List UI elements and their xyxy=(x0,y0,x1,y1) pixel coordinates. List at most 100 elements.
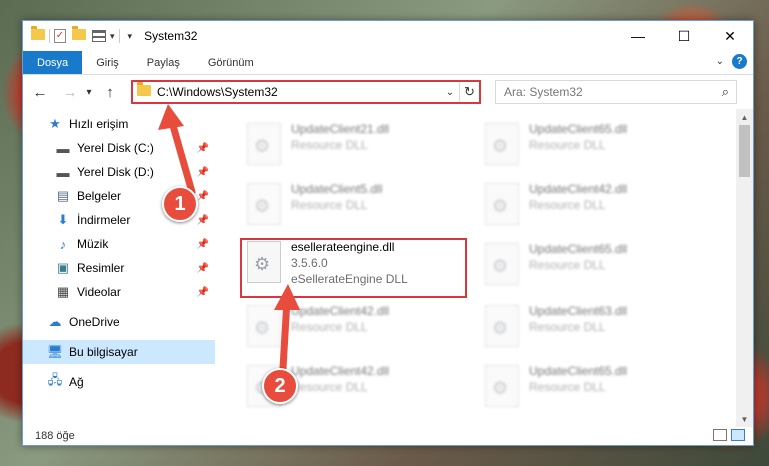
pin-icon[interactable]: 📌 xyxy=(197,143,209,154)
tab-file[interactable]: Dosya xyxy=(23,51,83,74)
refresh-button[interactable]: ↻ xyxy=(459,82,479,102)
maximize-button[interactable]: ☐ xyxy=(661,21,707,51)
scroll-down-icon[interactable]: ▼ xyxy=(736,411,753,427)
file-name: UpdateClient65.dll xyxy=(529,364,628,378)
sidebar-item-pictures[interactable]: ▣ Resimler 📌 xyxy=(23,256,215,280)
tiles-view-icon[interactable] xyxy=(731,429,745,441)
folder-icon xyxy=(31,26,45,43)
sidebar-item-network[interactable]: 🖧 Ağ xyxy=(23,370,215,394)
dll-file-icon xyxy=(247,123,281,165)
quick-access-dropdown-icon[interactable]: ▾ xyxy=(128,31,133,42)
music-icon: ♪ xyxy=(59,236,67,252)
expand-ribbon-icon[interactable]: ⌄ xyxy=(716,56,724,67)
explorer-window: ✓ ▾ ▾ System32 — ☐ ✕ Dosya Giriş Paylaş … xyxy=(22,20,754,446)
sidebar-item-this-pc[interactable]: 🖥 Bu bilgisayar xyxy=(23,340,215,364)
item-count: 188 öğe xyxy=(35,430,75,442)
file-type: Resource DLL xyxy=(529,138,606,152)
step-1-badge: 1 xyxy=(162,186,198,222)
tab-view[interactable]: Görünüm xyxy=(194,51,268,74)
file-type: Resource DLL xyxy=(529,320,606,334)
dll-file-icon xyxy=(247,305,281,347)
forward-button[interactable]: → xyxy=(59,81,81,103)
pin-icon[interactable]: 📌 xyxy=(197,263,209,274)
sidebar-item-videos[interactable]: ▦ Videolar 📌 xyxy=(23,280,215,304)
sidebar-item-disk-d[interactable]: ▬ Yerel Disk (D:) 📌 xyxy=(23,160,215,184)
new-folder-icon[interactable] xyxy=(72,26,86,43)
star-icon: ★ xyxy=(49,116,61,131)
sidebar-item-label: Müzik xyxy=(77,237,109,251)
file-name: UpdateClient5.dll xyxy=(291,182,383,196)
address-path[interactable]: C:\Windows\System32 xyxy=(157,85,441,99)
list-item[interactable]: UpdateClient42.dll Resource DLL xyxy=(481,177,701,233)
sidebar-item-label: Resimler xyxy=(77,261,125,275)
dll-file-icon xyxy=(485,365,519,407)
file-type: Resource DLL xyxy=(291,380,368,394)
file-type: Resource DLL xyxy=(529,380,606,394)
sidebar-item-label: Yerel Disk (C:) xyxy=(77,141,154,155)
sidebar-item-label: Videolar xyxy=(77,285,121,299)
minimize-button[interactable]: — xyxy=(615,21,661,51)
list-item[interactable]: UpdateClient63.dll Resource DLL xyxy=(481,299,701,355)
file-type: Resource DLL xyxy=(291,138,368,152)
chevron-down-icon[interactable]: ▾ xyxy=(110,31,115,42)
file-type: Resource DLL xyxy=(529,198,606,212)
sidebar-item-disk-c[interactable]: ▬ Yerel Disk (C:) 📌 xyxy=(23,136,215,160)
cloud-icon: ☁ xyxy=(48,314,62,329)
list-item[interactable]: UpdateClient21.dll Resource DLL xyxy=(243,117,463,173)
list-item[interactable]: UpdateClient5.dll Resource DLL xyxy=(243,177,463,233)
up-button[interactable]: ↑ xyxy=(99,81,121,103)
pin-icon[interactable]: 📌 xyxy=(197,239,209,250)
pin-icon[interactable]: 📌 xyxy=(197,191,209,202)
chevron-down-icon[interactable]: ⌄ xyxy=(441,87,459,98)
sidebar-item-label: Bu bilgisayar xyxy=(69,345,138,359)
network-icon: 🖧 xyxy=(47,372,63,387)
file-name: UpdateClient42.dll xyxy=(291,364,390,378)
search-icon[interactable]: ⌕ xyxy=(722,84,729,100)
divider xyxy=(49,29,50,43)
sidebar-item-label: OneDrive xyxy=(69,315,120,329)
tab-home[interactable]: Giriş xyxy=(82,51,133,74)
vertical-scrollbar[interactable]: ▲ ▼ xyxy=(736,109,753,427)
view-switcher xyxy=(713,429,745,441)
dll-file-icon xyxy=(485,305,519,347)
details-view-icon[interactable] xyxy=(713,429,727,441)
scroll-thumb[interactable] xyxy=(739,125,750,177)
pin-icon[interactable]: 📌 xyxy=(197,287,209,298)
sidebar-item-label: Ağ xyxy=(69,375,84,389)
list-item[interactable]: UpdateClient42.dll Resource DLL xyxy=(243,299,463,355)
properties-check-icon[interactable]: ✓ xyxy=(54,29,66,43)
list-item[interactable]: UpdateClient65.dll Resource DLL xyxy=(481,359,701,415)
recent-locations-button[interactable]: ▾ xyxy=(83,81,95,103)
close-button[interactable]: ✕ xyxy=(707,21,753,51)
file-name: UpdateClient42.dll xyxy=(291,304,390,318)
window-title: System32 xyxy=(144,29,198,43)
ribbon-right: ⌄ ? xyxy=(716,54,747,69)
back-button[interactable]: ← xyxy=(29,81,51,103)
drive-icon: ▬ xyxy=(56,140,70,156)
navigation-pane: ★ Hızlı erişim ▬ Yerel Disk (C:) 📌 ▬ Yer… xyxy=(23,109,215,427)
pin-icon[interactable]: 📌 xyxy=(197,215,209,226)
search-input[interactable]: Ara: System32 ⌕ xyxy=(495,80,737,104)
documents-icon: ▤ xyxy=(56,188,70,203)
file-name: UpdateClient42.dll xyxy=(529,182,628,196)
highlight-box xyxy=(240,238,467,298)
scroll-up-icon[interactable]: ▲ xyxy=(736,109,753,125)
tab-share[interactable]: Paylaş xyxy=(133,51,194,74)
help-icon[interactable]: ? xyxy=(732,54,747,69)
dll-file-icon xyxy=(247,183,281,225)
folder-icon xyxy=(133,82,151,99)
list-item[interactable]: UpdateClient65.dll Resource DLL xyxy=(481,117,701,173)
file-type: Resource DLL xyxy=(291,320,368,334)
sidebar-item-quick-access[interactable]: ★ Hızlı erişim xyxy=(23,112,215,136)
sidebar-item-onedrive[interactable]: ☁ OneDrive xyxy=(23,310,215,334)
list-item[interactable]: UpdateClient65.dll Resource DLL xyxy=(481,237,701,293)
file-type: Resource DLL xyxy=(291,198,368,212)
customize-toolbar-icon[interactable] xyxy=(92,30,106,42)
address-bar[interactable]: C:\Windows\System32 ⌄ ↻ xyxy=(131,80,481,104)
dll-file-icon xyxy=(485,183,519,225)
videos-icon: ▦ xyxy=(56,284,70,299)
search-placeholder: Ara: System32 xyxy=(504,85,583,99)
explorer-body: ★ Hızlı erişim ▬ Yerel Disk (C:) 📌 ▬ Yer… xyxy=(23,109,753,427)
sidebar-item-music[interactable]: ♪ Müzik 📌 xyxy=(23,232,215,256)
pin-icon[interactable]: 📌 xyxy=(197,167,209,178)
